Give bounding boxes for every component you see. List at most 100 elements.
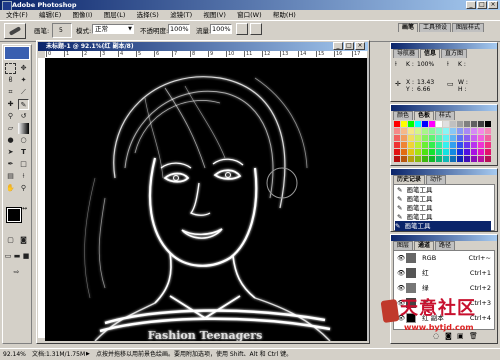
color-swatch[interactable] [485,156,491,162]
tab-histogram[interactable]: 直方图 [441,49,468,58]
color-swatch[interactable] [422,135,428,141]
color-swatch[interactable] [394,121,400,127]
color-swatch[interactable] [408,135,414,141]
color-swatch[interactable] [457,135,463,141]
color-swatch[interactable] [450,149,456,155]
color-swatch[interactable] [457,149,463,155]
color-swatch[interactable] [429,149,435,155]
color-swatch[interactable] [450,135,456,141]
tool-preset-button[interactable] [4,23,26,39]
brush-palette-button[interactable] [250,23,262,35]
color-swatch[interactable] [401,142,407,148]
crop-tool-icon[interactable]: ⌗ [5,87,16,98]
color-swatch[interactable] [401,128,407,134]
eye-icon[interactable]: 👁 [397,253,405,263]
color-swatch[interactable] [394,142,400,148]
color-swatch[interactable] [443,135,449,141]
tab-navigator[interactable]: 导航器 [393,49,420,58]
color-swatch[interactable] [450,142,456,148]
type-tool-icon[interactable]: T [18,147,29,158]
color-swatch[interactable] [464,121,470,127]
color-swatch[interactable] [450,121,456,127]
color-swatch[interactable] [408,142,414,148]
color-swatch[interactable] [408,149,414,155]
color-swatch[interactable] [436,135,442,141]
menu-image[interactable]: 图像(I) [72,11,92,19]
color-swatch[interactable] [401,149,407,155]
menu-layer[interactable]: 图层(L) [104,11,126,19]
eye-icon[interactable]: 👁 [397,268,405,278]
color-swatch[interactable] [450,156,456,162]
color-swatch[interactable] [415,142,421,148]
color-swatch[interactable] [471,121,477,127]
color-swatch[interactable] [394,156,400,162]
color-swatch[interactable] [436,128,442,134]
tab-tool-presets[interactable]: 工具预设 [419,23,452,32]
tab-history[interactable]: 历史记录 [393,175,426,184]
mode-select[interactable]: 正常 ▼ [92,24,134,34]
brush-picker[interactable]: 5 [52,23,72,38]
color-swatch[interactable] [485,121,491,127]
blur-tool-icon[interactable]: ● [5,135,16,146]
color-swatch[interactable] [443,128,449,134]
color-swatch[interactable] [415,128,421,134]
color-swatch[interactable] [394,149,400,155]
color-swatch[interactable] [415,121,421,127]
color-swatch[interactable] [478,135,484,141]
color-swatch[interactable] [436,156,442,162]
menu-help[interactable]: 帮助(H) [273,11,296,19]
screen-mode-full-menu-icon[interactable]: ▬ [13,251,21,262]
color-swatch[interactable] [443,156,449,162]
color-swatch[interactable] [436,149,442,155]
doc-close-button[interactable]: × [355,42,365,50]
color-swatch[interactable] [408,121,414,127]
color-swatch[interactable] [471,156,477,162]
status-arrow-icon[interactable]: ▶ [86,349,90,360]
screen-mode-standard-icon[interactable]: ▭ [4,251,12,262]
brush-tool-icon[interactable]: ✎ [18,99,29,110]
foreground-color-swatch[interactable] [6,207,22,223]
color-swatch[interactable] [464,149,470,155]
color-swatch[interactable] [422,128,428,134]
color-swatch[interactable] [401,156,407,162]
opacity-input[interactable]: 100% [168,24,190,34]
color-swatch[interactable] [443,142,449,148]
color-swatch[interactable] [408,156,414,162]
color-swatch[interactable] [457,128,463,134]
close-button[interactable]: × [488,1,498,9]
color-swatch[interactable] [464,128,470,134]
menu-filter[interactable]: 滤镜(T) [170,11,192,19]
history-item-selected[interactable]: ✎ 画笔工具 [395,221,491,231]
vertical-scrollbar[interactable] [367,58,369,341]
color-swatch[interactable] [485,128,491,134]
color-swatch[interactable] [429,128,435,134]
color-swatch[interactable] [436,142,442,148]
color-swatch[interactable] [457,121,463,127]
zoom-tool-icon[interactable]: ⚲ [18,183,29,194]
notes-tool-icon[interactable]: ▤ [5,171,16,182]
color-swatch[interactable] [471,135,477,141]
color-swatch[interactable] [485,142,491,148]
color-swatch[interactable] [471,128,477,134]
color-swatch[interactable] [415,135,421,141]
clone-stamp-tool-icon[interactable]: ⚲ [5,111,16,122]
color-swatch[interactable] [415,156,421,162]
menu-file[interactable]: 文件(F) [6,11,28,19]
marquee-tool-icon[interactable] [5,63,16,74]
tab-layers[interactable]: 图层 [393,241,414,250]
color-swatch[interactable] [394,135,400,141]
move-tool-icon[interactable]: ✥ [18,63,29,74]
doc-maximize-button[interactable]: □ [344,42,354,50]
color-swatch[interactable] [436,121,442,127]
color-swatch[interactable] [464,142,470,148]
color-swatch[interactable] [478,121,484,127]
pen-tool-icon[interactable]: ✒ [5,159,16,170]
color-swatch[interactable] [450,128,456,134]
swap-colors-icon[interactable]: ↔ [22,205,27,212]
status-zoom[interactable]: 92.14% [3,349,26,360]
color-swatch[interactable] [443,121,449,127]
color-swatch[interactable] [422,149,428,155]
doc-minimize-button[interactable]: _ [333,42,343,50]
minimize-button[interactable]: _ [466,1,476,9]
standard-mode-icon[interactable]: ▢ [5,235,16,246]
